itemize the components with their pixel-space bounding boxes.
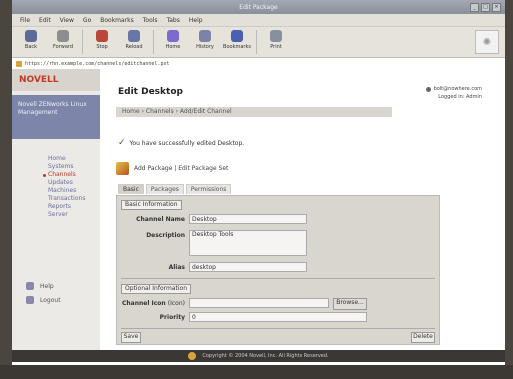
- sidebar-item-transactions[interactable]: Transactions: [48, 195, 100, 203]
- stop-icon: [96, 30, 108, 42]
- success-message: ✓ You have successfully edited Desktop.: [118, 138, 245, 148]
- back-button[interactable]: Back: [18, 27, 44, 50]
- package-actions-links[interactable]: Add Package | Edit Package Set: [134, 165, 228, 172]
- browser-window: Edit Package _ □ × File Edit View Go Boo…: [12, 0, 505, 365]
- forward-arrow-icon: [57, 30, 69, 42]
- close-button[interactable]: ×: [492, 3, 501, 12]
- menu-tools[interactable]: Tools: [143, 17, 158, 24]
- back-arrow-icon: [25, 30, 37, 42]
- sidebar-item-server[interactable]: Server: [48, 211, 100, 219]
- maximize-button[interactable]: □: [481, 3, 490, 12]
- tab-basic[interactable]: Basic: [118, 184, 144, 194]
- browse-button[interactable]: Browse...: [333, 298, 367, 310]
- sidebar-item-reports[interactable]: Reports: [48, 203, 100, 211]
- novell-logo[interactable]: NOVELL: [12, 69, 100, 91]
- sidebar-item-home[interactable]: Home: [48, 155, 100, 163]
- alias-label: Alias: [168, 264, 185, 271]
- menubar: File Edit View Go Bookmarks Tools Tabs H…: [12, 14, 505, 27]
- sidebar: NOVELL Novell ZENworks Linux Management …: [12, 69, 100, 350]
- reload-button[interactable]: Reload: [121, 27, 147, 50]
- url-input[interactable]: [25, 60, 225, 67]
- minimize-button[interactable]: _: [470, 3, 479, 12]
- page-footer: Copyright © 2004 Novell, Inc. All Rights…: [12, 350, 505, 362]
- print-icon: [270, 30, 282, 42]
- delete-button[interactable]: Delete: [411, 332, 435, 343]
- priority-input[interactable]: [189, 312, 367, 322]
- description-textarea[interactable]: Desktop Tools: [189, 230, 307, 256]
- basic-information-header: Basic Information: [121, 200, 182, 210]
- channel-name-input[interactable]: [189, 214, 307, 224]
- history-button[interactable]: History: [192, 27, 218, 50]
- help-link[interactable]: Help: [26, 279, 61, 293]
- forward-button[interactable]: Forward: [50, 27, 76, 50]
- sidebar-tools: Help Logout: [26, 279, 61, 307]
- navigation-toolbar: Back Forward Stop Reload Home History Bo…: [12, 27, 505, 58]
- window-title: Edit Package: [239, 3, 278, 11]
- site-lock-icon: [16, 60, 22, 67]
- menu-bookmarks[interactable]: Bookmarks: [100, 17, 134, 24]
- main-content: Edit Desktop bolt@nowhere.com Logged in:…: [110, 69, 500, 350]
- home-icon: [167, 30, 179, 42]
- menu-tabs[interactable]: Tabs: [167, 17, 180, 24]
- monitor-bezel-bottom: [0, 365, 513, 379]
- channel-icon-file-input[interactable]: [189, 298, 329, 308]
- user-info: bolt@nowhere.com Logged in: Admin: [425, 85, 482, 101]
- menu-help[interactable]: Help: [189, 17, 203, 24]
- user-email-link[interactable]: bolt@nowhere.com: [434, 85, 482, 93]
- save-button[interactable]: Save: [121, 332, 141, 343]
- sidebar-item-machines[interactable]: Machines: [48, 187, 100, 195]
- channel-name-label: Channel Name: [136, 216, 185, 223]
- page-title: Edit Desktop: [118, 87, 183, 97]
- stop-button[interactable]: Stop: [89, 27, 115, 50]
- toolbar-separator: [82, 30, 83, 54]
- package-icon: [116, 162, 129, 175]
- section-divider: [121, 278, 435, 279]
- sidebar-item-updates[interactable]: Updates: [48, 179, 100, 187]
- channel-icon-hint: (Icon): [167, 300, 185, 307]
- menu-go[interactable]: Go: [83, 17, 91, 24]
- window-titlebar: Edit Package _ □ ×: [12, 0, 505, 14]
- menu-file[interactable]: File: [20, 17, 30, 24]
- bookmarks-button[interactable]: Bookmarks: [223, 27, 251, 50]
- toolbar-separator: [153, 30, 154, 54]
- logout-icon: [26, 296, 34, 304]
- form-bottom-divider: [121, 328, 435, 329]
- tab-permissions[interactable]: Permissions: [185, 184, 232, 194]
- sidebar-item-systems[interactable]: Systems: [48, 163, 100, 171]
- web-page: NOVELL Novell ZENworks Linux Management …: [12, 69, 505, 365]
- activity-throbber-icon: ✺: [475, 30, 499, 54]
- channel-icon-label: Channel Icon (Icon): [122, 300, 185, 307]
- menu-edit[interactable]: Edit: [39, 17, 51, 24]
- alias-input[interactable]: [189, 262, 307, 272]
- history-icon: [199, 30, 211, 42]
- channel-form: Basic Information Channel Name Descripti…: [116, 195, 440, 345]
- reload-icon: [128, 30, 140, 42]
- package-actions: Add Package | Edit Package Set: [116, 162, 228, 175]
- window-controls: _ □ ×: [470, 3, 501, 12]
- footer-logo-icon: [188, 352, 197, 360]
- product-banner: Novell ZENworks Linux Management: [12, 95, 100, 139]
- print-button[interactable]: Print: [263, 27, 289, 50]
- active-bullet-icon: [43, 173, 46, 177]
- description-label: Description: [146, 232, 185, 239]
- tab-bar: Basic Packages Permissions: [118, 184, 232, 194]
- home-button[interactable]: Home: [160, 27, 186, 50]
- sidebar-nav: Home Systems Channels Updates Machines T…: [12, 155, 100, 219]
- help-icon: [26, 282, 34, 290]
- bookmarks-icon: [231, 30, 243, 42]
- user-icon: [425, 86, 431, 92]
- menu-view[interactable]: View: [60, 17, 74, 24]
- optional-information-header: Optional Information: [121, 284, 192, 294]
- login-info: Logged in: Admin: [438, 94, 482, 100]
- checkmark-icon: ✓: [118, 138, 126, 148]
- tab-packages[interactable]: Packages: [145, 184, 184, 194]
- sidebar-item-channels[interactable]: Channels: [43, 171, 100, 179]
- toolbar-separator: [256, 30, 257, 54]
- monitor-bezel-right: [505, 0, 513, 379]
- logout-link[interactable]: Logout: [26, 293, 61, 307]
- monitor-bezel-left: [0, 0, 12, 379]
- breadcrumb[interactable]: Home › Channels › Add/Edit Channel: [116, 107, 392, 117]
- priority-label: Priority: [159, 314, 185, 321]
